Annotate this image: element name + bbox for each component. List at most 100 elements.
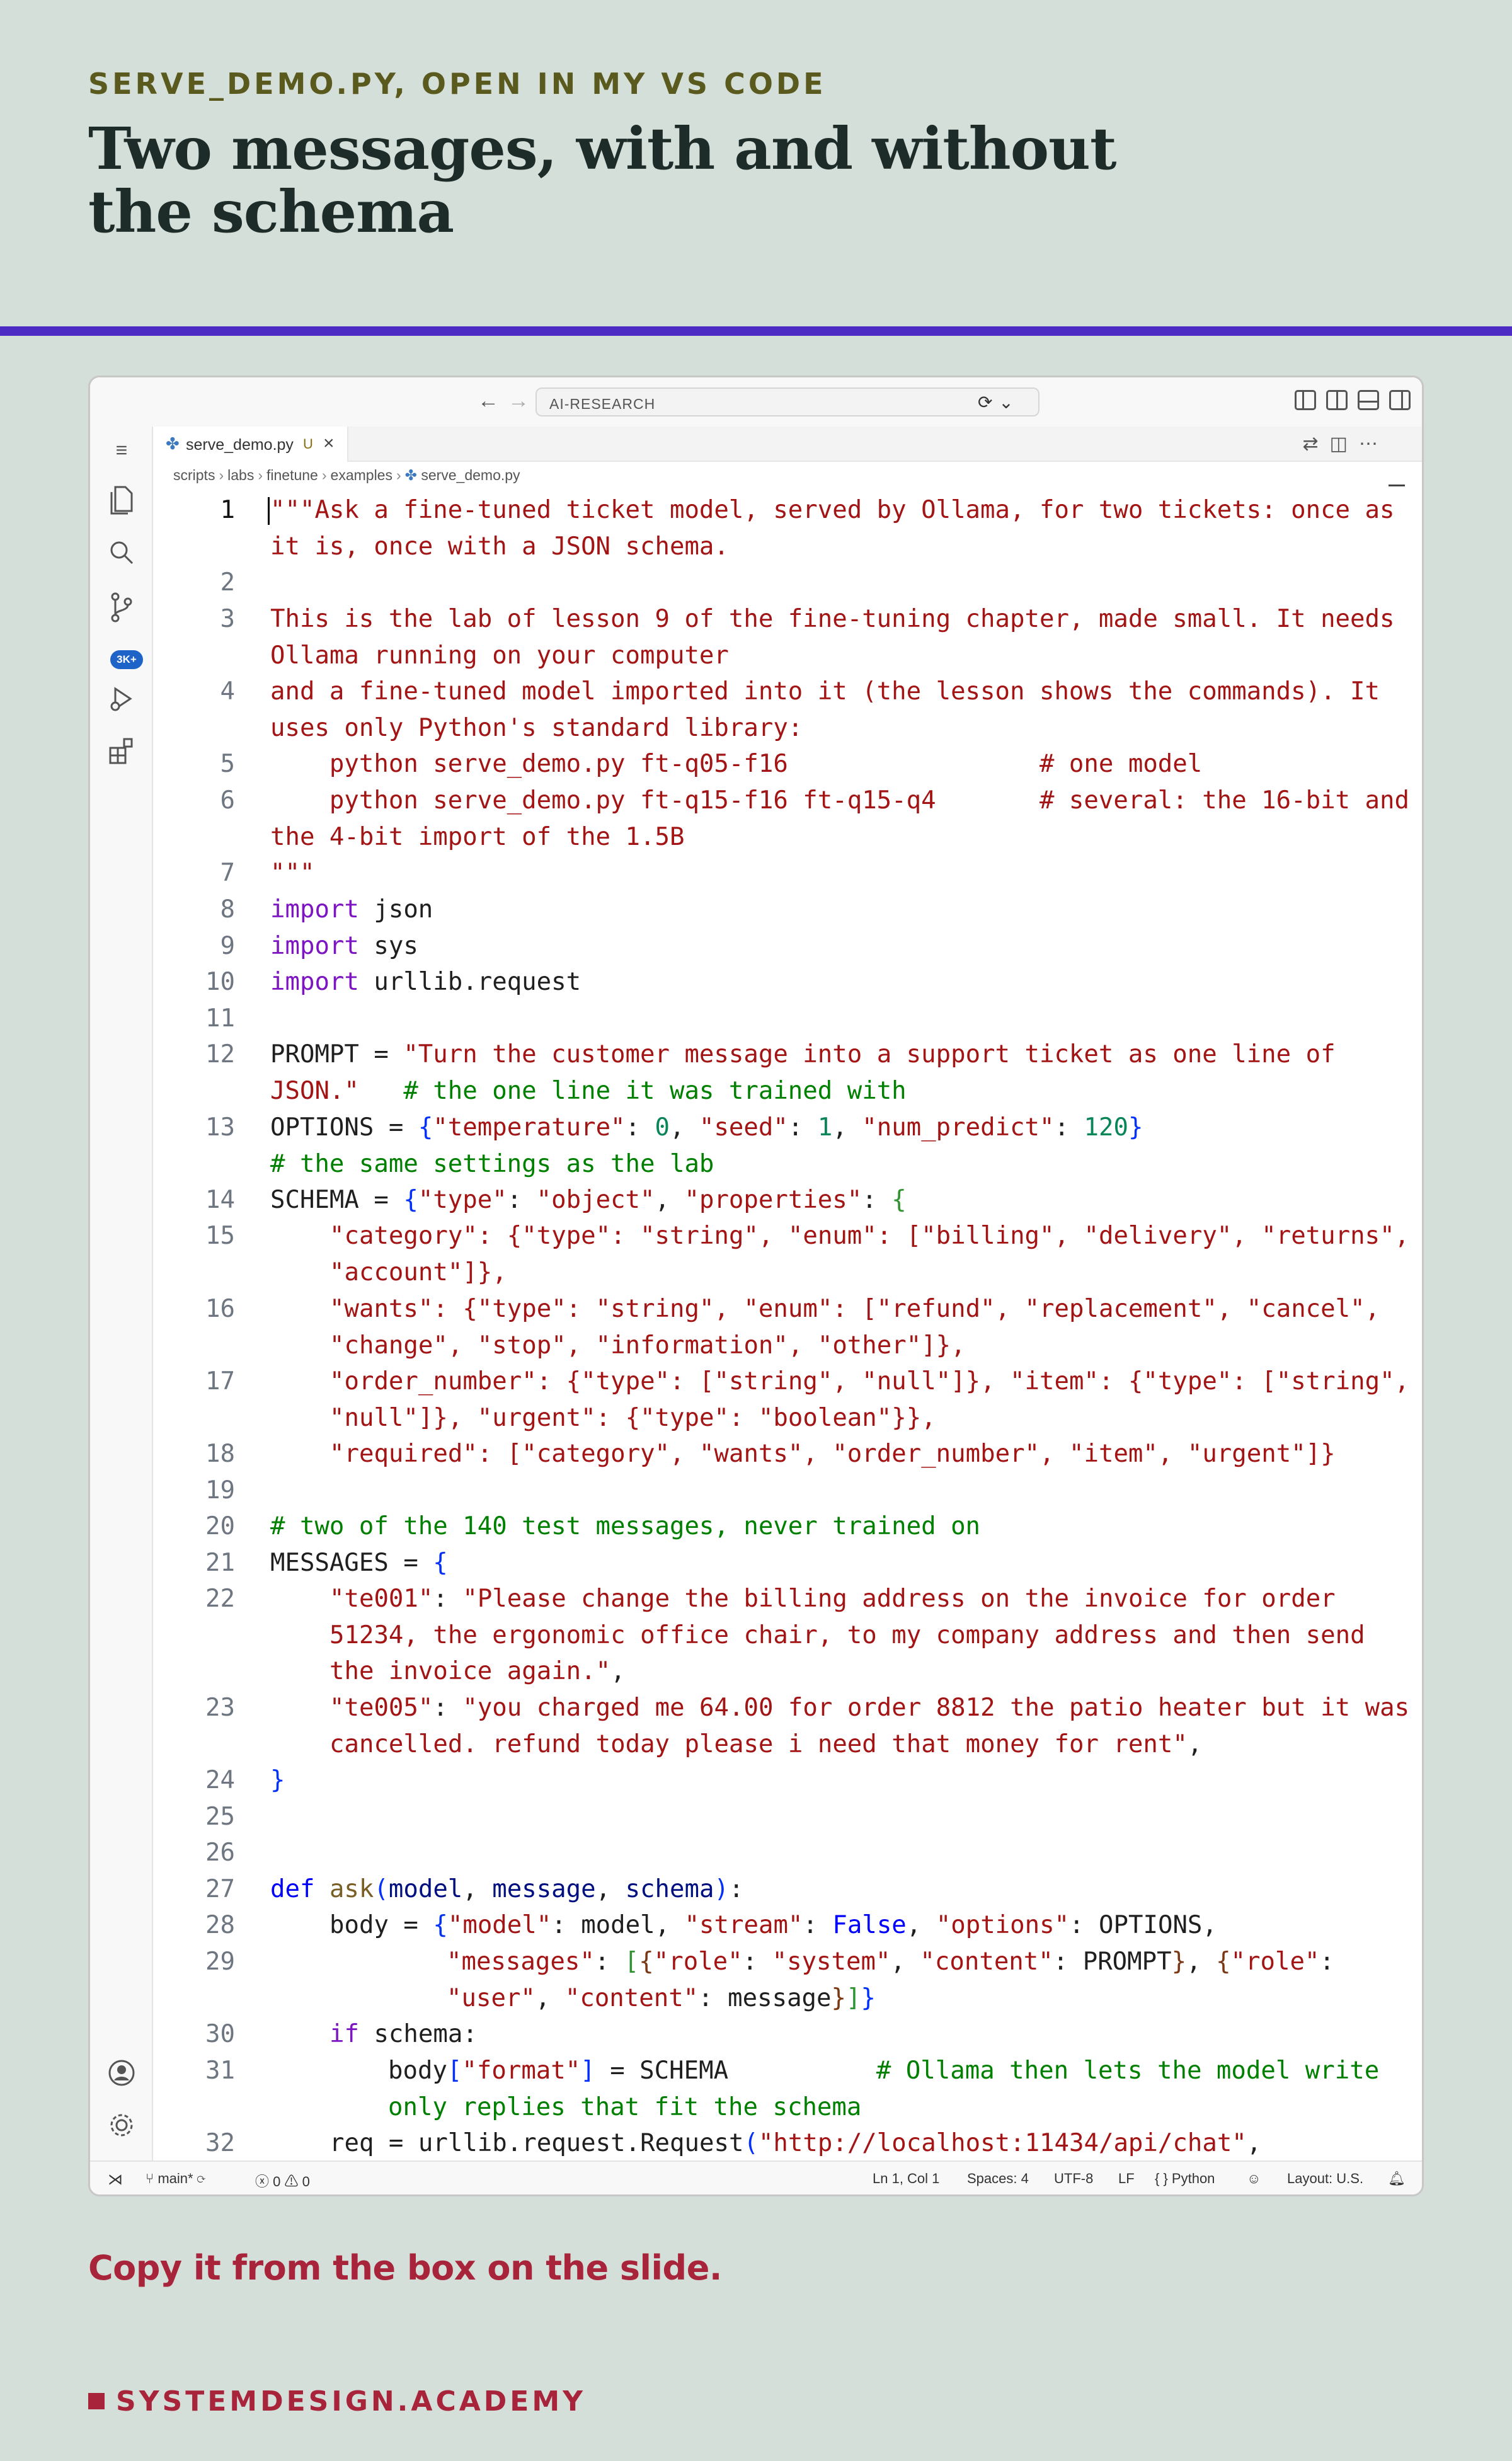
line-number: 22 — [205, 1585, 235, 1613]
code-line: This is the lab of lesson 9 of the fine-… — [270, 605, 1409, 670]
copilot-icon[interactable]: ⟳ ⌄ — [978, 392, 1014, 413]
code-line: "te001": "Please change the billing addr… — [329, 1585, 1380, 1686]
code-line: # two of the 140 test messages, never tr… — [270, 1512, 981, 1540]
brand-footer: SYSTEMDESIGN.ACADEMY — [88, 2385, 586, 2418]
run-debug-icon[interactable] — [106, 685, 137, 716]
toggle-panel-icon[interactable] — [1358, 390, 1379, 410]
code-line: if schema: — [329, 2020, 478, 2048]
keyboard-layout[interactable]: Layout: U.S. — [1287, 2171, 1363, 2187]
workspace-name: AI-RESEARCH — [549, 396, 656, 412]
gear-icon[interactable] — [106, 2111, 137, 2143]
bell-icon[interactable]: 🔔︎ — [1388, 2171, 1406, 2187]
back-arrow-icon[interactable]: ← — [478, 389, 508, 413]
line-number: 1 — [220, 496, 235, 524]
more-actions-icon[interactable]: ⋯ — [1359, 433, 1389, 454]
compare-changes-icon[interactable]: ⇄ — [1303, 433, 1330, 454]
breadcrumb-item[interactable]: finetune — [266, 467, 318, 483]
close-icon[interactable]: × — [323, 433, 335, 454]
tab-filename: serve_demo.py — [186, 436, 294, 454]
split-editor-icon[interactable]: ◫ — [1330, 433, 1359, 454]
encoding[interactable]: UTF-8 — [1054, 2171, 1093, 2187]
line-number: 10 — [205, 968, 235, 996]
remote-icon[interactable]: ⋊ — [108, 2171, 123, 2189]
nav-arrows: ←→ — [478, 389, 538, 413]
divider-rule — [0, 326, 1512, 336]
tab-untracked-status: U — [303, 436, 313, 452]
line-number: 3 — [220, 605, 235, 633]
line-number: 9 — [220, 932, 235, 960]
extensions-icon[interactable] — [106, 737, 137, 768]
line-number: 4 — [220, 677, 235, 706]
code-line: import urllib.request — [270, 968, 581, 996]
line-number: 14 — [205, 1186, 235, 1214]
line-number: 25 — [205, 1803, 235, 1831]
code-line: OPTIONS = {"temperature": 0, "seed": 1, … — [270, 1113, 1143, 1178]
line-number: 24 — [205, 1766, 235, 1794]
code-line: body["format"] = SCHEMA # Ollama then le… — [388, 2057, 1394, 2121]
headline: Two messages, with and without the schem… — [88, 115, 1116, 246]
forward-arrow-icon[interactable]: → — [508, 389, 538, 413]
problems-indicator[interactable]: ⓧ 0 ⚠ 0 — [255, 2171, 310, 2191]
line-number: 31 — [205, 2057, 235, 2085]
toggle-secondary-sidebar-icon[interactable] — [1389, 390, 1411, 410]
code-line: } — [270, 1766, 285, 1794]
cursor-position[interactable]: Ln 1, Col 1 — [873, 2171, 939, 2187]
tab-serve-demo[interactable]: ✤ serve_demo.py U × — [153, 427, 348, 462]
editor-area: ✤ serve_demo.py U × ⇄◫⋯ scripts › labs › fin… — [153, 427, 1424, 2160]
code-line: """Ask a fine-tuned ticket model, served… — [270, 496, 1409, 561]
line-number: 17 — [205, 1367, 235, 1396]
line-number: 20 — [205, 1512, 235, 1540]
line-number: 26 — [205, 1839, 235, 1867]
code-line: PROMPT = "Turn the customer message into… — [270, 1040, 1351, 1105]
python-file-icon: ✤ — [166, 434, 180, 453]
code-line: "wants": {"type": "string", "enum": ["re… — [329, 1295, 1395, 1360]
line-number: 30 — [205, 2020, 235, 2048]
code-line: def ask(model, message, schema): — [270, 1875, 744, 1903]
breadcrumb: scripts › labs › finetune › examples › ✤ serve_d… — [173, 467, 520, 483]
indentation[interactable]: Spaces: 4 — [967, 2171, 1029, 2187]
breadcrumb-item[interactable]: labs — [227, 467, 254, 483]
breadcrumb-item[interactable]: scripts — [173, 467, 215, 483]
language-mode[interactable]: { } Python — [1155, 2171, 1215, 2187]
kicker: SERVE_DEMO.PY, OPEN IN MY VS CODE — [88, 67, 827, 101]
line-number: 11 — [205, 1004, 235, 1033]
call-to-action: Copy it from the box on the slide. — [88, 2248, 722, 2288]
breadcrumb-item[interactable]: examples — [331, 467, 392, 483]
tab-bar: ✤ serve_demo.py U × ⇄◫⋯ — [153, 427, 1422, 462]
code-line: req = urllib.request.Request("http://loc… — [329, 2129, 1262, 2157]
code-line: import sys — [270, 932, 418, 960]
menu-icon[interactable]: ≡ — [106, 434, 137, 466]
breadcrumb-item[interactable]: serve_demo.py — [421, 467, 520, 483]
line-number: 18 — [205, 1440, 235, 1468]
branch-indicator[interactable]: ⑂ main* ⟳ — [146, 2171, 205, 2187]
line-number: 12 — [205, 1040, 235, 1069]
search-icon[interactable] — [106, 539, 137, 570]
line-number: 32 — [205, 2129, 235, 2157]
toggle-primary-sidebar-icon[interactable] — [1326, 390, 1348, 410]
python-file-icon: ✤ — [404, 467, 421, 483]
account-icon[interactable] — [106, 2058, 137, 2090]
line-number: 23 — [205, 1694, 235, 1722]
code-line: SCHEMA = {"type": "object", "properties"… — [270, 1186, 907, 1214]
line-ending[interactable]: LF — [1118, 2171, 1135, 2187]
code-line: """ — [270, 859, 315, 887]
line-number: 29 — [205, 1948, 235, 1976]
line-number: 15 — [205, 1222, 235, 1250]
line-number: 28 — [205, 1911, 235, 1939]
files-icon[interactable] — [106, 485, 137, 516]
code-line: python serve_demo.py ft-q05-f16 # one mo… — [270, 750, 1203, 778]
code-line: "te005": "you charged me 64.00 for order… — [329, 1694, 1424, 1758]
copilot-status-icon[interactable]: ☺ — [1247, 2171, 1261, 2187]
minimap-indicator — [1389, 485, 1405, 486]
line-number: 13 — [205, 1113, 235, 1142]
source-control-icon[interactable] — [106, 592, 137, 623]
command-center-search[interactable]: AI-RESEARCH ⟳ ⌄ — [536, 387, 1040, 416]
layout-controls — [1295, 390, 1411, 410]
line-number: 21 — [205, 1549, 235, 1577]
editor-actions: ⇄◫⋯ — [1303, 433, 1390, 455]
customize-layout-icon[interactable] — [1295, 390, 1316, 410]
text-cursor — [268, 497, 270, 525]
line-number: 8 — [220, 895, 235, 924]
code-line: python serve_demo.py ft-q15-f16 ft-q15-q… — [270, 786, 1424, 851]
code-line: and a fine-tuned model imported into it … — [270, 677, 1395, 742]
